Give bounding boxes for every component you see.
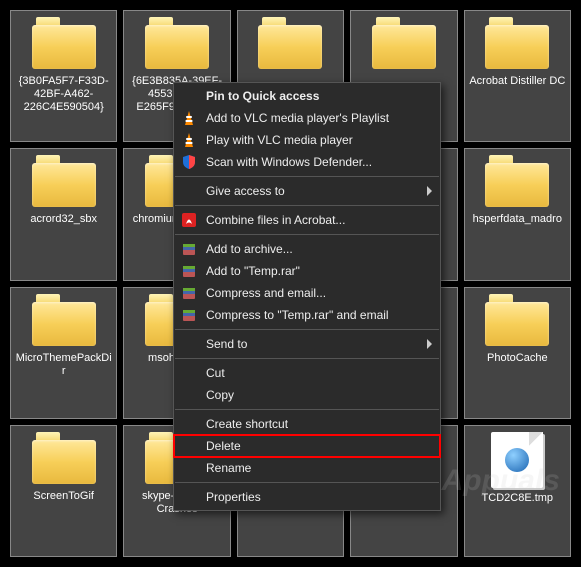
context-menu: Pin to Quick access Add to VLC media pla… xyxy=(173,82,441,511)
menu-rename[interactable]: Rename xyxy=(174,457,440,479)
item-label: Acrobat Distiller DC xyxy=(469,75,565,88)
menu-pin-to-quick-access[interactable]: Pin to Quick access xyxy=(174,85,440,107)
item-label: ScreenToGif xyxy=(33,490,94,503)
acrobat-icon xyxy=(180,211,198,229)
folder-icon xyxy=(258,17,322,69)
item-label: TCD2C8E.tmp xyxy=(482,492,554,505)
blank-icon xyxy=(180,415,198,433)
menu-label: Give access to xyxy=(206,184,418,198)
menu-label: Send to xyxy=(206,337,418,351)
folder-item[interactable]: PhotoCache xyxy=(464,287,571,419)
blank-icon xyxy=(180,335,198,353)
folder-icon xyxy=(485,294,549,346)
file-item[interactable]: TCD2C8E.tmp xyxy=(464,425,571,557)
menu-separator xyxy=(175,205,439,206)
menu-cut[interactable]: Cut xyxy=(174,362,440,384)
blank-icon xyxy=(180,459,198,477)
menu-label: Add to VLC media player's Playlist xyxy=(206,111,418,125)
menu-label: Add to "Temp.rar" xyxy=(206,264,418,278)
defender-shield-icon xyxy=(180,153,198,171)
blank-icon xyxy=(180,386,198,404)
item-label: {3B0FA5F7-F33D-42BF-A462-226C4E590504} xyxy=(15,75,112,114)
menu-scan-defender[interactable]: Scan with Windows Defender... xyxy=(174,151,440,173)
menu-separator xyxy=(175,234,439,235)
item-label: PhotoCache xyxy=(487,352,548,365)
folder-icon xyxy=(485,155,549,207)
folder-item[interactable]: hsperfdata_madro xyxy=(464,148,571,280)
folder-icon xyxy=(32,294,96,346)
folder-icon xyxy=(485,17,549,69)
folder-item[interactable]: ScreenToGif xyxy=(10,425,117,557)
menu-create-shortcut[interactable]: Create shortcut xyxy=(174,413,440,435)
winrar-icon xyxy=(180,262,198,280)
menu-compress-and-email[interactable]: Compress and email... xyxy=(174,282,440,304)
folder-icon xyxy=(372,17,436,69)
menu-label: Properties xyxy=(206,490,418,504)
menu-add-to-temp-rar[interactable]: Add to "Temp.rar" xyxy=(174,260,440,282)
folder-item[interactable]: acrord32_sbx xyxy=(10,148,117,280)
menu-label: Create shortcut xyxy=(206,417,418,431)
menu-compress-temp-and-email[interactable]: Compress to "Temp.rar" and email xyxy=(174,304,440,326)
winrar-icon xyxy=(180,284,198,302)
folder-icon xyxy=(145,17,209,69)
menu-separator xyxy=(175,329,439,330)
menu-label: Play with VLC media player xyxy=(206,133,418,147)
winrar-icon xyxy=(180,306,198,324)
folder-item[interactable]: {3B0FA5F7-F33D-42BF-A462-226C4E590504} xyxy=(10,10,117,142)
menu-label: Add to archive... xyxy=(206,242,418,256)
menu-label: Cut xyxy=(206,366,418,380)
menu-label: Combine files in Acrobat... xyxy=(206,213,418,227)
blank-icon xyxy=(180,87,198,105)
menu-vlc-play[interactable]: Play with VLC media player xyxy=(174,129,440,151)
menu-label: Scan with Windows Defender... xyxy=(206,155,418,169)
menu-label: Pin to Quick access xyxy=(206,89,418,103)
blank-icon xyxy=(180,437,198,455)
tmp-file-icon xyxy=(491,432,543,488)
menu-send-to[interactable]: Send to xyxy=(174,333,440,355)
menu-add-to-archive[interactable]: Add to archive... xyxy=(174,238,440,260)
folder-item[interactable]: MicroThemePackDir xyxy=(10,287,117,419)
blank-icon xyxy=(180,182,198,200)
vlc-icon xyxy=(180,109,198,127)
item-label: MicroThemePackDir xyxy=(15,352,112,378)
menu-label: Copy xyxy=(206,388,418,402)
menu-separator xyxy=(175,409,439,410)
folder-icon xyxy=(32,432,96,484)
menu-separator xyxy=(175,358,439,359)
menu-vlc-add-playlist[interactable]: Add to VLC media player's Playlist xyxy=(174,107,440,129)
vlc-icon xyxy=(180,131,198,149)
menu-copy[interactable]: Copy xyxy=(174,384,440,406)
menu-label: Compress and email... xyxy=(206,286,418,300)
menu-label: Compress to "Temp.rar" and email xyxy=(206,308,418,322)
folder-icon xyxy=(32,155,96,207)
item-label: acrord32_sbx xyxy=(30,213,97,226)
menu-label: Delete xyxy=(206,439,418,453)
menu-separator xyxy=(175,482,439,483)
menu-give-access-to[interactable]: Give access to xyxy=(174,180,440,202)
item-label: hsperfdata_madro xyxy=(473,213,562,226)
menu-combine-acrobat[interactable]: Combine files in Acrobat... xyxy=(174,209,440,231)
folder-icon xyxy=(32,17,96,69)
blank-icon xyxy=(180,488,198,506)
menu-label: Rename xyxy=(206,461,418,475)
menu-delete[interactable]: Delete xyxy=(174,435,440,457)
winrar-icon xyxy=(180,240,198,258)
blank-icon xyxy=(180,364,198,382)
folder-item[interactable]: Acrobat Distiller DC xyxy=(464,10,571,142)
menu-separator xyxy=(175,176,439,177)
menu-properties[interactable]: Properties xyxy=(174,486,440,508)
